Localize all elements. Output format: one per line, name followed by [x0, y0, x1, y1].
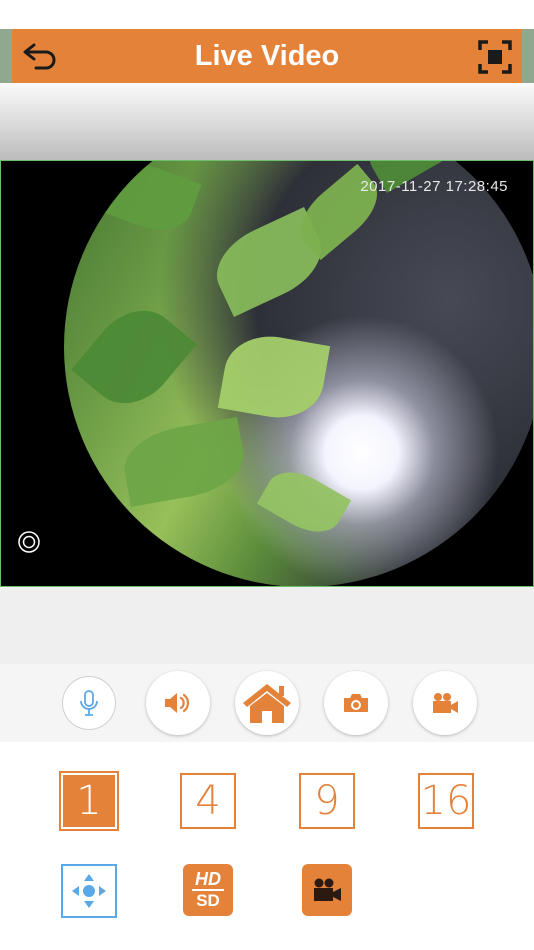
video-camera-icon [433, 693, 458, 713]
speaker-icon [165, 693, 190, 713]
hd-sd-toggle-button[interactable]: HD SD [183, 864, 233, 916]
ptz-control-button[interactable] [61, 864, 117, 918]
camera-icon [344, 694, 368, 712]
ptz-indicator [18, 531, 40, 553]
page-title: Live Video [194, 40, 340, 72]
home-button[interactable] [235, 671, 299, 735]
fullscreen-icon [478, 40, 512, 74]
hd-label: HD [192, 869, 224, 891]
microphone-button[interactable] [63, 677, 115, 729]
speaker-button[interactable] [146, 671, 210, 735]
status-bar [0, 0, 534, 29]
grid-4-button[interactable]: 4 [180, 773, 236, 829]
fisheye-video-image [64, 161, 533, 586]
grid-16-button[interactable]: 16 [418, 773, 474, 829]
grid-9-button[interactable]: 9 [299, 773, 355, 829]
sd-label: SD [196, 891, 220, 910]
microphone-icon [80, 690, 98, 716]
live-video-view[interactable]: 2017-11-27 17:28:45 [0, 160, 534, 587]
snapshot-button[interactable] [324, 671, 388, 735]
video-timestamp: 2017-11-27 17:28:45 [360, 178, 508, 195]
home-icon [243, 684, 291, 723]
video-camera-icon [314, 878, 341, 901]
fullscreen-button[interactable] [476, 38, 514, 76]
grid-1-button[interactable]: 1 [59, 771, 119, 831]
direction-pad-icon [72, 874, 106, 908]
video-bottom-band [0, 587, 534, 664]
record-button[interactable] [413, 671, 477, 735]
header-gradient-band [0, 83, 534, 160]
control-toolbar [0, 664, 534, 742]
target-ring-icon [18, 531, 40, 553]
video-record-button[interactable] [302, 864, 352, 916]
nav-bar: Live Video [0, 29, 534, 83]
